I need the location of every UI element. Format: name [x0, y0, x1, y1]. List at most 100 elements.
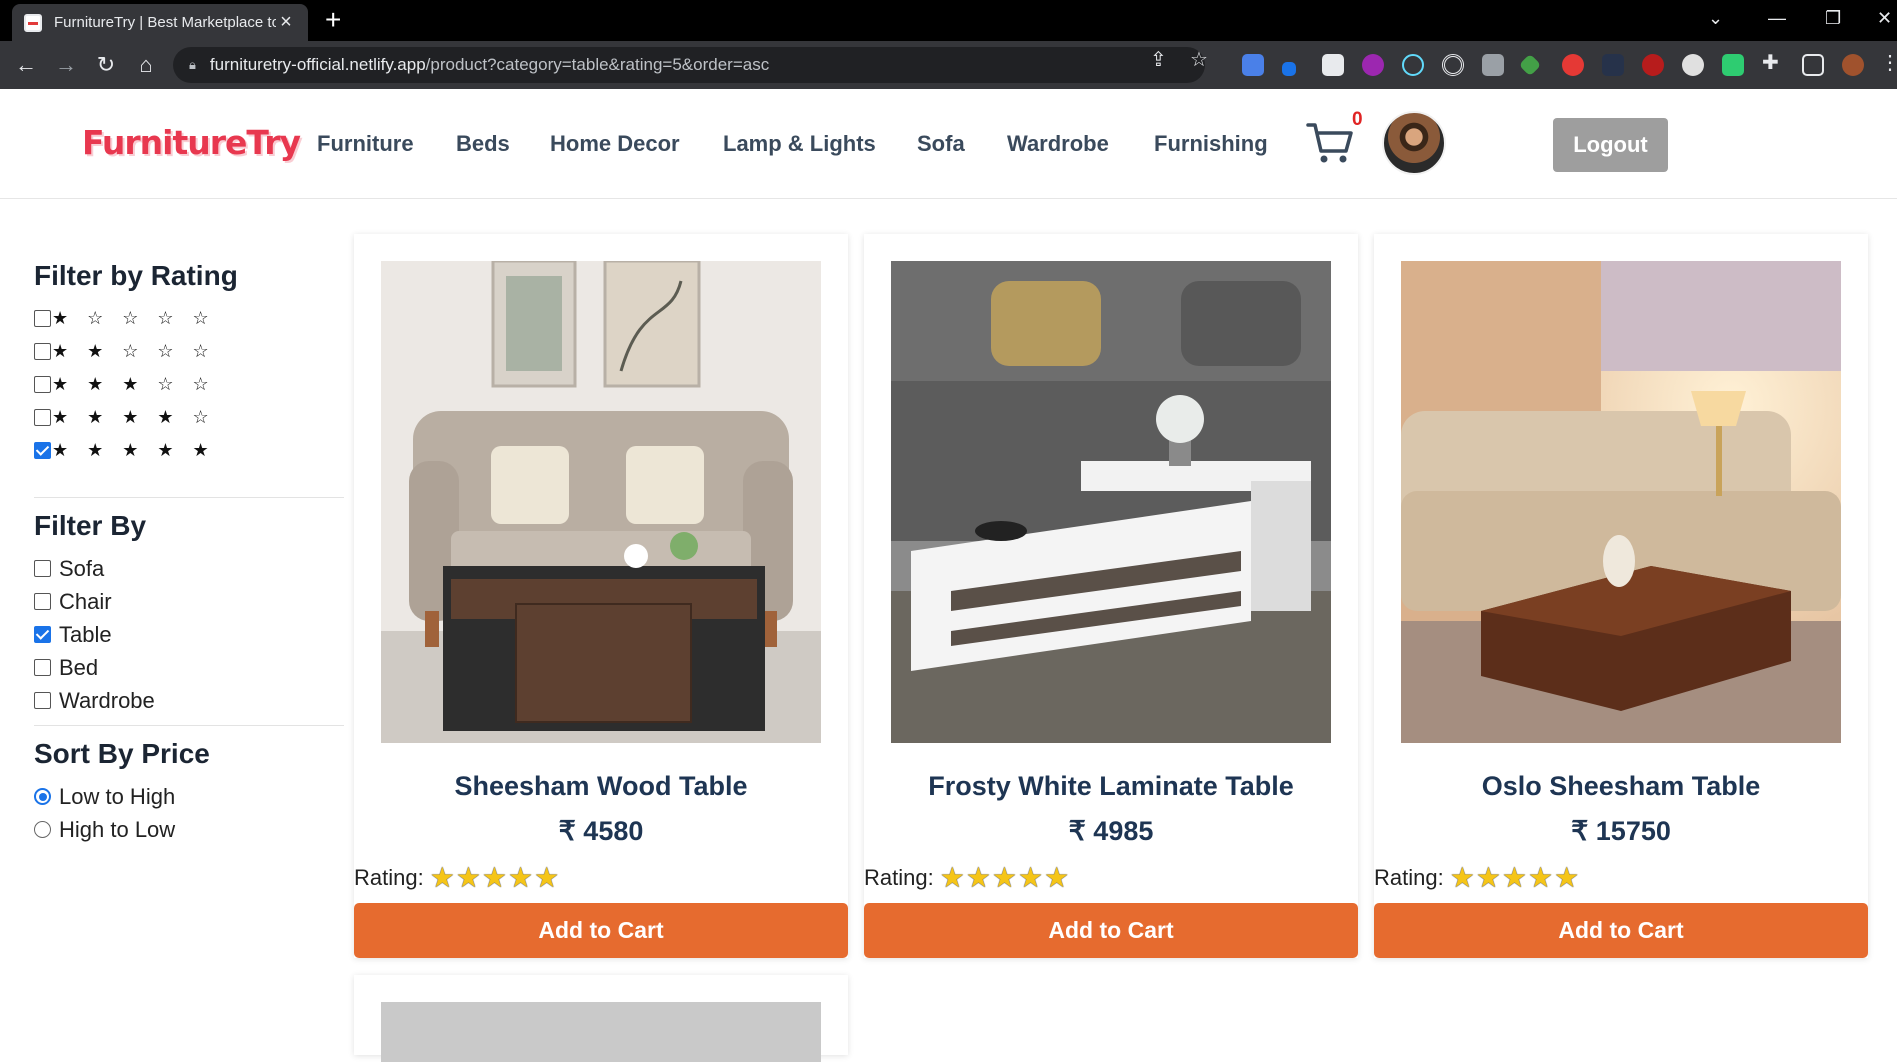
- category-filter-heading: Filter By: [34, 510, 147, 541]
- add-to-cart-button[interactable]: Add to Cart: [354, 903, 848, 958]
- product-image[interactable]: [381, 261, 821, 743]
- home-icon[interactable]: ⌂: [130, 49, 162, 81]
- purple-extension-icon[interactable]: [1362, 54, 1384, 76]
- nav-furniture[interactable]: Furniture: [317, 131, 414, 157]
- low-to-high-radio[interactable]: [34, 788, 51, 805]
- table-label: Table: [59, 621, 112, 647]
- rating-option-5[interactable]: ★ ★ ★ ★ ★: [34, 434, 344, 467]
- target-extension-icon[interactable]: [1442, 54, 1464, 76]
- bookmark-star-icon[interactable]: ☆: [1190, 47, 1208, 72]
- rating-5-checkbox[interactable]: [34, 442, 51, 459]
- rating-option-2[interactable]: ★ ★ ☆ ☆ ☆: [34, 335, 344, 368]
- rating-1-stars: ★ ☆ ☆ ☆ ☆: [52, 308, 216, 328]
- green-extension-icon[interactable]: [1722, 54, 1744, 76]
- nav-lamp-lights[interactable]: Lamp & Lights: [723, 131, 876, 157]
- close-tab-icon[interactable]: ×: [276, 11, 296, 34]
- rating-option-1[interactable]: ★ ☆ ☆ ☆ ☆: [34, 302, 344, 335]
- product-price: ₹ 4985: [1068, 816, 1154, 846]
- rating-2-checkbox[interactable]: [34, 343, 51, 360]
- new-tab-icon[interactable]: +: [325, 6, 341, 34]
- rating-1-checkbox[interactable]: [34, 310, 51, 327]
- lock-icon[interactable]: 🔒︎: [189, 57, 196, 73]
- browser-toolbar: ← → ↻ ⌂ 🔒︎ furnituretry-official.netlify…: [0, 41, 1897, 89]
- side-panel-icon[interactable]: [1802, 54, 1824, 76]
- camera-extension-icon[interactable]: [1482, 54, 1504, 76]
- react-devtools-icon[interactable]: [1402, 54, 1424, 76]
- sidebar-divider: [34, 497, 344, 498]
- rating-3-stars: ★ ★ ★ ☆ ☆: [52, 374, 216, 394]
- category-option-bed[interactable]: Bed: [34, 651, 344, 684]
- pen-extension-icon[interactable]: [1282, 62, 1296, 76]
- nav-sofa[interactable]: Sofa: [917, 131, 965, 157]
- close-window-icon[interactable]: ✕: [1877, 8, 1892, 29]
- bed-checkbox[interactable]: [34, 659, 51, 676]
- product-rating: Rating: ★★★★★: [354, 861, 560, 894]
- forward-icon[interactable]: →: [50, 49, 82, 81]
- product-title[interactable]: Sheesham Wood Table: [354, 771, 848, 802]
- chair-checkbox[interactable]: [34, 593, 51, 610]
- owl-extension-icon[interactable]: [1682, 54, 1704, 76]
- browser-tab-bar: FurnitureTry | Best Marketplace to × + ⌄…: [0, 0, 1897, 41]
- dark-red-extension-icon[interactable]: [1642, 54, 1664, 76]
- translate-extension-icon[interactable]: [1242, 54, 1264, 76]
- extensions-puzzle-icon[interactable]: ✚: [1762, 50, 1779, 75]
- nav-wardrobe[interactable]: Wardrobe: [1007, 131, 1109, 157]
- product-title[interactable]: Oslo Sheesham Table: [1374, 771, 1868, 802]
- product-card: [354, 975, 848, 1062]
- logout-button[interactable]: Logout: [1553, 118, 1668, 172]
- sort-heading: Sort By Price: [34, 738, 210, 769]
- tab-search-chevron-icon[interactable]: ⌄: [1708, 8, 1723, 29]
- category-option-sofa[interactable]: Sofa: [34, 552, 344, 585]
- sidebar-divider: [34, 725, 344, 726]
- product-price: ₹ 4580: [558, 816, 644, 846]
- nav-furnishing[interactable]: Furnishing: [1154, 131, 1268, 157]
- product-image[interactable]: [1401, 261, 1841, 743]
- sofa-checkbox[interactable]: [34, 560, 51, 577]
- rating-4-checkbox[interactable]: [34, 409, 51, 426]
- red-extension-icon[interactable]: [1562, 54, 1584, 76]
- rating-stars-icon: ★★★★★: [429, 862, 561, 893]
- add-to-cart-button[interactable]: Add to Cart: [1374, 903, 1868, 958]
- site-favicon-icon: [24, 13, 42, 32]
- product-image[interactable]: [381, 1002, 821, 1062]
- address-bar[interactable]: 🔒︎ furnituretry-official.netlify.app/pro…: [173, 47, 1205, 83]
- profile-avatar-icon[interactable]: [1842, 54, 1864, 76]
- category-option-chair[interactable]: Chair: [34, 585, 344, 618]
- site-logo[interactable]: FurnitureTry: [82, 123, 301, 162]
- back-icon[interactable]: ←: [10, 49, 42, 81]
- product-image[interactable]: [891, 261, 1331, 743]
- category-option-wardrobe[interactable]: Wardrobe: [34, 684, 344, 717]
- browser-tab[interactable]: FurnitureTry | Best Marketplace to ×: [12, 4, 308, 41]
- rating-option-4[interactable]: ★ ★ ★ ★ ☆: [34, 401, 344, 434]
- document-extension-icon[interactable]: [1322, 54, 1344, 76]
- browser-menu-icon[interactable]: ⋮: [1880, 50, 1897, 75]
- nav-home-decor[interactable]: Home Decor: [550, 131, 680, 157]
- bed-label: Bed: [59, 654, 99, 680]
- product-rating: Rating: ★★★★★: [1374, 861, 1580, 894]
- rating-label: Rating:: [1374, 864, 1444, 890]
- category-option-table[interactable]: Table: [34, 618, 344, 651]
- minimize-icon[interactable]: —: [1768, 8, 1786, 29]
- share-icon[interactable]: ⇪: [1150, 47, 1167, 72]
- site-header: FurnitureTry Furniture Beds Home Decor L…: [0, 89, 1897, 199]
- cart-icon[interactable]: [1306, 121, 1354, 165]
- rating-4-stars: ★ ★ ★ ★ ☆: [52, 407, 216, 427]
- high-to-low-radio[interactable]: [34, 821, 51, 838]
- add-to-cart-button[interactable]: Add to Cart: [864, 903, 1358, 958]
- restore-icon[interactable]: ❐: [1825, 8, 1841, 29]
- rating-5-stars: ★ ★ ★ ★ ★: [52, 440, 216, 460]
- nav-beds[interactable]: Beds: [456, 131, 510, 157]
- cross-extension-icon[interactable]: [1518, 53, 1542, 77]
- user-avatar[interactable]: [1382, 111, 1446, 175]
- product-title[interactable]: Frosty White Laminate Table: [864, 771, 1358, 802]
- sort-option-high-low[interactable]: High to Low: [34, 813, 344, 846]
- wardrobe-checkbox[interactable]: [34, 692, 51, 709]
- table-checkbox[interactable]: [34, 626, 51, 643]
- rating-option-3[interactable]: ★ ★ ★ ☆ ☆: [34, 368, 344, 401]
- filter-sidebar: Filter by Rating ★ ☆ ☆ ☆ ☆ ★ ★ ☆ ☆ ☆ ★ ★…: [34, 260, 344, 846]
- rating-3-checkbox[interactable]: [34, 376, 51, 393]
- redux-extension-icon[interactable]: [1602, 54, 1624, 76]
- sort-option-low-high[interactable]: Low to High: [34, 780, 344, 813]
- rating-filter-heading: Filter by Rating: [34, 260, 238, 291]
- reload-icon[interactable]: ↻: [90, 49, 122, 81]
